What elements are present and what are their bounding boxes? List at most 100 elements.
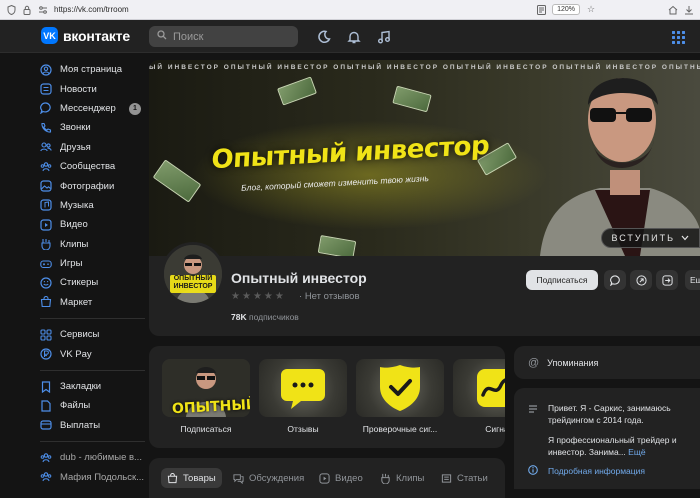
- tab-articles[interactable]: Статьи: [435, 468, 494, 488]
- vk-header: VK вконтакте Поиск: [0, 20, 700, 53]
- permissions-icon[interactable]: [38, 5, 48, 15]
- zoom-level[interactable]: 120%: [552, 4, 580, 15]
- vk-logo[interactable]: VK вконтакте: [41, 27, 130, 44]
- description-icon: [528, 404, 538, 458]
- message-button[interactable]: [604, 270, 626, 290]
- avatar-text: ОПЫТНЫЙ ИНВЕСТОР: [173, 275, 213, 290]
- sidebar-item-music[interactable]: Музыка: [40, 196, 145, 215]
- reader-mode-icon[interactable]: [536, 4, 546, 15]
- subscribers-label: подписчиков: [248, 312, 299, 322]
- sidebar-item-messenger[interactable]: Мессенджер 1: [40, 99, 145, 118]
- services-icon: [40, 329, 52, 341]
- share-button[interactable]: [630, 270, 652, 290]
- action-tile-subscribe[interactable]: ОПЫТНЫЙ Подписаться: [162, 359, 250, 445]
- sidebar-item-friends[interactable]: Друзья: [40, 138, 145, 157]
- details-link[interactable]: Подробная информация: [528, 465, 645, 477]
- subscribers-number: 78K: [231, 312, 247, 322]
- lock-icon[interactable]: [22, 5, 32, 15]
- clips-icon: [381, 473, 390, 484]
- sidebar-item-photos[interactable]: Фотографии: [40, 176, 145, 195]
- sidebar-item-label: Сообщества: [60, 161, 116, 173]
- address-bar[interactable]: https://vk.com/trroom: [54, 5, 530, 14]
- clips-icon: [40, 238, 52, 251]
- browser-toolbar: https://vk.com/trroom 120% ☆: [0, 0, 700, 20]
- group-avatar[interactable]: ОПЫТНЫЙ ИНВЕСТОР: [161, 242, 225, 306]
- sidebar-item-games[interactable]: Игры: [40, 254, 145, 273]
- sidebar-item-files[interactable]: Файлы: [40, 396, 145, 415]
- apps-grid-icon[interactable]: [669, 28, 687, 46]
- community-icon: [40, 161, 52, 173]
- chat-bubble-icon: [281, 369, 325, 409]
- enter-icon: [661, 274, 673, 286]
- sidebar-item-group-mafia[interactable]: Мафия Подольск...: [40, 467, 145, 486]
- content-tabs: Товары Обсуждения Видео Клипы Статьи: [149, 458, 505, 498]
- sidebar-divider: [40, 318, 145, 320]
- tile-label: Отзывы: [287, 424, 319, 434]
- message-icon: [609, 274, 620, 286]
- home-icon[interactable]: [668, 5, 678, 15]
- sidebar-item-payouts[interactable]: Выплаты: [40, 416, 145, 435]
- download-icon[interactable]: [684, 5, 694, 15]
- rating-stars[interactable]: ★ ★ ★ ★ ★: [231, 291, 284, 302]
- action-tile-test-signals[interactable]: Проверочные сиг...: [356, 359, 444, 445]
- sidebar-item-news[interactable]: Новости: [40, 79, 145, 98]
- sidebar-item-services[interactable]: Сервисы: [40, 325, 145, 344]
- details-label: Подробная информация: [548, 466, 645, 476]
- sidebar-item-communities[interactable]: Сообщества: [40, 157, 145, 176]
- moon-icon[interactable]: [315, 28, 333, 46]
- sidebar-item-my-page[interactable]: Моя страница: [40, 60, 145, 79]
- action-tile-signals[interactable]: Сигна: [453, 359, 505, 445]
- bag-icon: [167, 472, 178, 483]
- tab-label: Товары: [183, 472, 216, 484]
- tile-image: [356, 359, 444, 417]
- star-icon[interactable]: ☆: [586, 4, 596, 15]
- group-name: Опытный инвестор: [231, 270, 367, 286]
- sidebar-item-label: Новости: [60, 83, 97, 95]
- sidebar-item-group-dub[interactable]: dub - любимые в...: [40, 448, 145, 467]
- sidebar-item-label: Видео: [60, 219, 88, 231]
- tab-discussions[interactable]: Обсуждения: [227, 468, 310, 488]
- tile-image: [453, 359, 505, 417]
- join-button[interactable]: ВСТУПИТЬ: [600, 228, 700, 248]
- games-icon: [40, 258, 52, 270]
- star-icon: ★: [241, 291, 251, 302]
- sidebar-item-label: Маркет: [60, 296, 93, 308]
- sidebar-item-video[interactable]: Видео: [40, 215, 145, 234]
- app-button[interactable]: [656, 270, 678, 290]
- music-note-icon[interactable]: [375, 28, 393, 46]
- subscribe-button[interactable]: Подписаться: [526, 270, 598, 290]
- sidebar-item-label: Сервисы: [60, 329, 100, 341]
- tile-label: Подписаться: [180, 424, 232, 434]
- action-tile-reviews[interactable]: Отзывы: [259, 359, 347, 445]
- tab-label: Клипы: [396, 472, 425, 484]
- sidebar-item-label: Звонки: [60, 122, 91, 134]
- sidebar-item-bookmarks[interactable]: Закладки: [40, 377, 145, 396]
- shield-icon[interactable]: [6, 4, 16, 15]
- tab-video[interactable]: Видео: [313, 468, 369, 488]
- photo-icon: [40, 180, 52, 192]
- group-icon: [40, 471, 52, 483]
- vk-logo-icon: VK: [41, 27, 58, 44]
- bell-icon[interactable]: [345, 28, 363, 46]
- sidebar-item-calls[interactable]: Звонки: [40, 118, 145, 137]
- tab-goods[interactable]: Товары: [161, 468, 222, 488]
- more-button[interactable]: Ещ: [685, 270, 700, 290]
- reviews-link[interactable]: · Нет отзывов: [299, 291, 360, 302]
- files-icon: [40, 400, 52, 412]
- tab-clips[interactable]: Клипы: [374, 468, 430, 488]
- tab-label: Статьи: [457, 472, 488, 484]
- search-placeholder: Поиск: [173, 30, 204, 43]
- sidebar-item-market[interactable]: Маркет: [40, 293, 145, 312]
- music-icon: [40, 199, 52, 212]
- search-input[interactable]: Поиск: [149, 26, 298, 47]
- subscribers-count[interactable]: 78K подписчиков: [231, 312, 299, 322]
- sidebar-item-clips[interactable]: Клипы: [40, 235, 145, 254]
- user-icon: [40, 64, 52, 76]
- sidebar-item-label: Файлы: [60, 400, 91, 412]
- mentions-link[interactable]: @ Упоминания: [514, 346, 700, 379]
- more-link[interactable]: Ещё: [628, 447, 645, 457]
- sidebar: Моя страница Новости Мессенджер 1 Звонки …: [40, 60, 145, 487]
- sidebar-item-stickers[interactable]: Стикеры: [40, 273, 145, 292]
- banknote-image: [392, 85, 432, 113]
- sidebar-item-vkpay[interactable]: VK Pay: [40, 344, 145, 363]
